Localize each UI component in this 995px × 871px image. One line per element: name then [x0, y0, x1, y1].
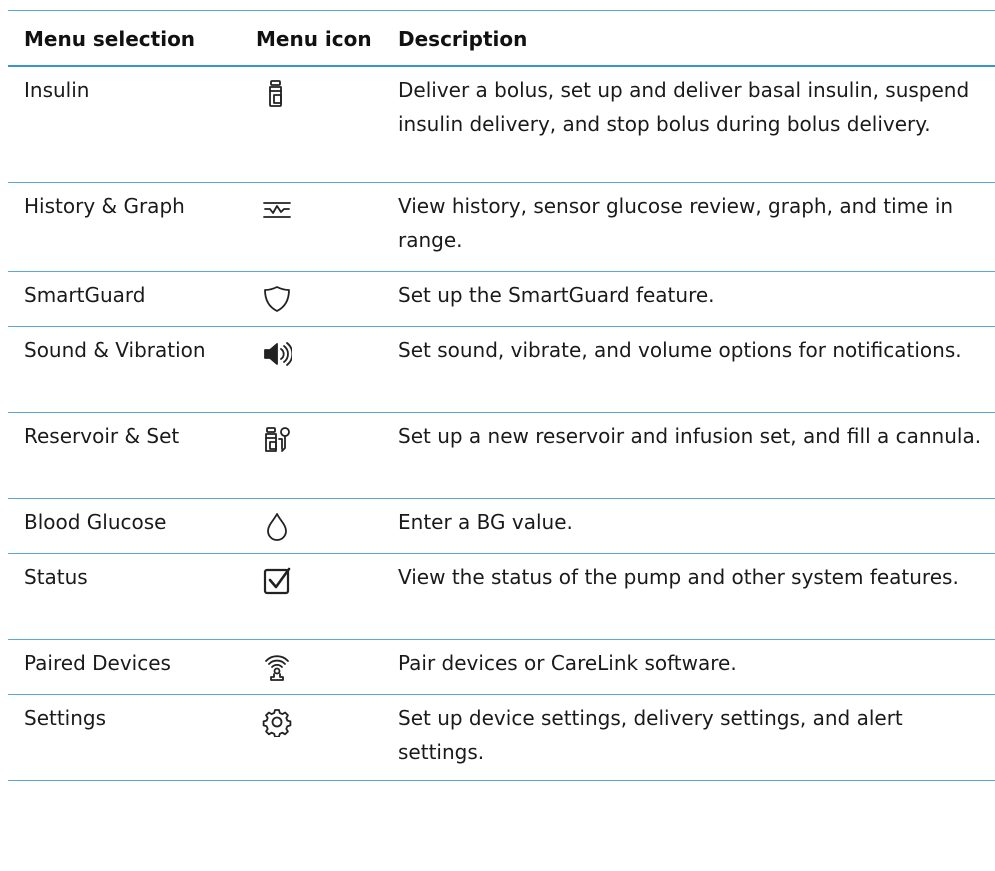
table-row: Status View the status of the pump and o…	[8, 554, 995, 640]
reservoir-set-icon	[265, 427, 290, 452]
insulin-vial-icon	[269, 80, 282, 107]
description-cell: Pair devices or CareLink software.	[398, 651, 737, 675]
menu-selection-cell: Paired Devices	[24, 651, 171, 675]
menu-table: Menu selection Menu icon Description Ins…	[8, 10, 995, 781]
description-cell: Deliver a bolus, set up and deliver basa…	[398, 78, 970, 136]
table-row: Reservoir & Set Set up a new reservoir a…	[8, 413, 995, 499]
table-row: History & Graph View history, sensor glu…	[8, 183, 995, 272]
description-cell: View history, sensor glucose review, gra…	[398, 194, 954, 252]
menu-selection-cell: Settings	[24, 706, 107, 730]
header-menu-icon: Menu icon	[256, 27, 372, 51]
description-cell: Set sound, vibrate, and volume options f…	[398, 338, 962, 362]
menu-selection-cell: Insulin	[24, 78, 90, 102]
table-row: Insulin Deliver a bolus, set up and deli…	[8, 67, 995, 183]
description-cell: Enter a BG value.	[398, 510, 573, 534]
blood-drop-icon	[267, 513, 287, 541]
description-cell: Set up the SmartGuard feature.	[398, 283, 715, 307]
description-cell: Set up a new reservoir and infusion set,…	[398, 424, 982, 448]
history-graph-icon	[263, 202, 291, 218]
table-row: Paired Devices Pair devices or CareLink …	[8, 640, 995, 695]
paired-devices-icon	[265, 655, 289, 681]
menu-selection-cell: Blood Glucose	[24, 510, 167, 534]
table-header-row: Menu selection Menu icon Description	[8, 10, 995, 67]
menu-selection-cell: History & Graph	[24, 194, 185, 218]
header-description: Description	[398, 27, 528, 51]
table-row: Blood Glucose Enter a BG value.	[8, 499, 995, 554]
table-row: Sound & Vibration Set sound, vibrate, an…	[8, 327, 995, 413]
speaker-icon	[264, 342, 292, 366]
status-checkbox-icon	[263, 567, 291, 595]
gear-icon	[262, 709, 292, 737]
menu-selection-cell: Sound & Vibration	[24, 338, 206, 362]
header-menu-selection: Menu selection	[24, 27, 196, 51]
menu-selection-cell: Status	[24, 565, 88, 589]
table-row: Settings Set up device settings, deliver…	[8, 695, 995, 781]
table-row: SmartGuard Set up the SmartGuard feature…	[8, 272, 995, 327]
menu-selection-cell: Reservoir & Set	[24, 424, 180, 448]
shield-icon	[264, 286, 290, 312]
menu-selection-cell: SmartGuard	[24, 283, 146, 307]
description-cell: View the status of the pump and other sy…	[398, 565, 959, 589]
description-cell: Set up device settings, delivery setting…	[398, 706, 903, 764]
